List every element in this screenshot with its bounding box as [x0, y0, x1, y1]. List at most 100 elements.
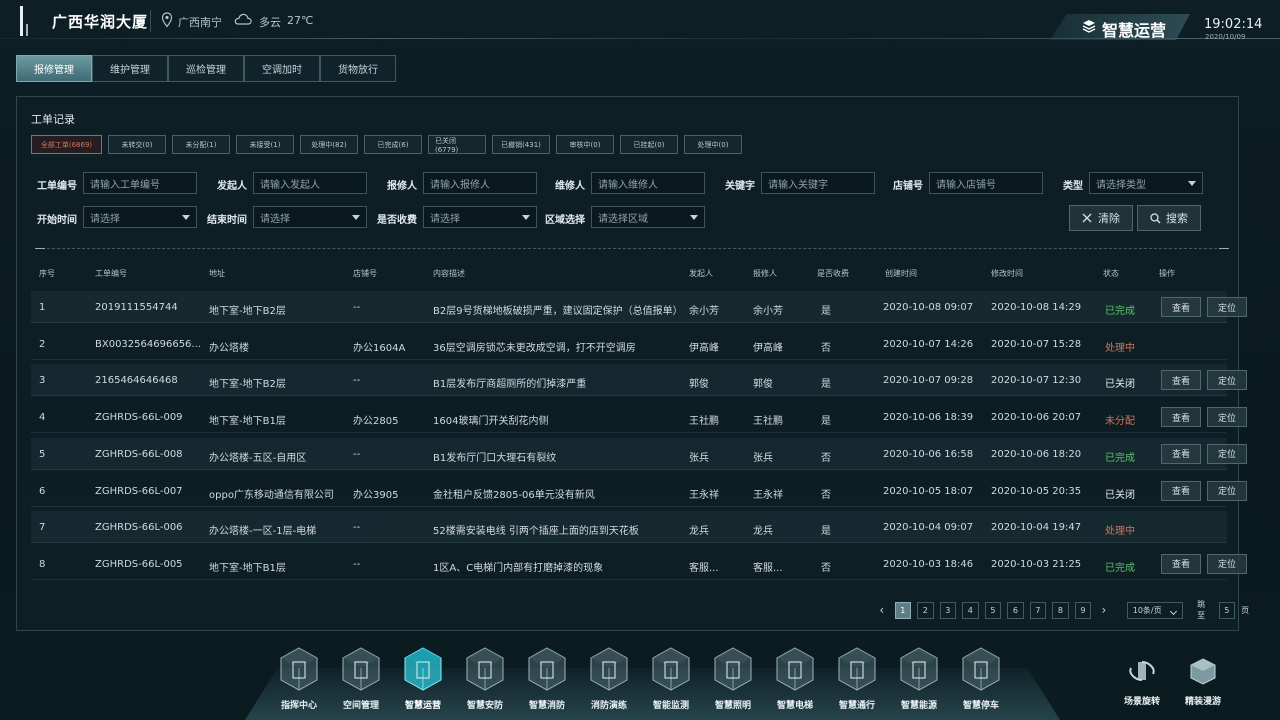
view-button[interactable]: 查看: [1161, 297, 1201, 317]
cell-shop: --: [353, 448, 361, 460]
cell-desc: 金社租户反馈2805-06单元没有新风: [433, 489, 595, 501]
filter-suspended[interactable]: 已挂起(0): [620, 135, 678, 154]
dock-item-3[interactable]: 智慧安防: [456, 646, 512, 716]
page-4[interactable]: 4: [962, 601, 979, 619]
filter-revoked[interactable]: 已撤销(431): [492, 135, 550, 154]
filter-reviewing[interactable]: 审核中(0): [556, 135, 614, 154]
table-row[interactable]: 1 2019111554744 地下室-地下B2层 -- B2层9号货梯地板破损严重，建…: [31, 291, 1247, 323]
locate-button[interactable]: 定位: [1207, 297, 1247, 317]
locate-button[interactable]: 定位: [1207, 407, 1247, 428]
page-8[interactable]: 8: [1052, 601, 1069, 619]
page-suffix: 页: [1241, 605, 1250, 615]
locate-button[interactable]: 定位: [1207, 443, 1247, 464]
locate-button[interactable]: 定位: [1207, 370, 1247, 391]
view-button[interactable]: 查看: [1161, 407, 1201, 428]
clock: 19:02:14: [1204, 17, 1263, 32]
keyword-input[interactable]: 请输入关键字: [761, 172, 875, 194]
end-time-select[interactable]: 请选择: [253, 206, 367, 228]
dock-item-0[interactable]: 指挥中心: [270, 646, 326, 716]
clear-button[interactable]: 清除: [1069, 205, 1133, 231]
table-row[interactable]: 3 2165464646468 地下室-地下B2层 -- B1层发布厅商超厕所的们掉漆严…: [31, 364, 1247, 397]
reporter-input[interactable]: 请输入报修人: [423, 172, 537, 194]
filter-closed[interactable]: 已关闭(6779): [428, 135, 486, 154]
tab-maintenance[interactable]: 维护管理: [92, 55, 168, 82]
filter-unassigned[interactable]: 未分配(1): [172, 135, 230, 154]
tab-ac-overtime[interactable]: 空调加时: [244, 55, 320, 82]
dock-item-5[interactable]: 消防演练: [580, 646, 636, 716]
shop-no-input[interactable]: 请输入店铺号: [929, 172, 1043, 194]
filter-not-transferred[interactable]: 未转交(0): [108, 135, 166, 154]
table-row[interactable]: 4 ZGHRDS-66L-009 地下室-地下B1层 办公2805 1604玻璃门开关刮…: [31, 401, 1247, 434]
cell-reporter: 郭俊: [753, 379, 773, 391]
table-row[interactable]: 5 ZGHRDS-66L-008 办公塔楼-五区-自用区 -- B1发布厅门口大理石有裂…: [31, 437, 1247, 470]
page-2[interactable]: 2: [917, 601, 934, 619]
dock-item-10[interactable]: 智慧能源: [890, 646, 946, 716]
cell-initiator: 余小芳: [689, 306, 719, 317]
start-time-select[interactable]: 请选择: [83, 206, 197, 228]
filter-processing[interactable]: 处理中(82): [300, 135, 358, 154]
dock-item-4[interactable]: 智慧消防: [518, 646, 574, 716]
page-5[interactable]: 5: [984, 601, 1002, 619]
view-button[interactable]: 查看: [1161, 553, 1201, 574]
page-9[interactable]: 9: [1074, 601, 1092, 619]
area-select[interactable]: 请选择区域: [591, 206, 705, 228]
side-tool-0[interactable]: 场景旋转: [1117, 656, 1167, 712]
cell-address: 地下室-地下B2层: [209, 306, 286, 317]
charged-select[interactable]: 请选择: [423, 206, 537, 228]
next-page-icon[interactable]: ›: [1097, 602, 1111, 619]
initiator-input[interactable]: 请输入发起人: [253, 172, 367, 194]
cell-modified: 2020-10-06 18:20: [991, 448, 1082, 460]
table-row[interactable]: 6 ZGHRDS-66L-007 oppo广东移动通信有限公司 办公3905 金社租户反…: [31, 475, 1247, 507]
dock-item-1[interactable]: 空间管理: [332, 646, 388, 716]
location-pin-icon: [161, 12, 173, 28]
dock-item-2[interactable]: 智慧运营: [394, 646, 450, 716]
per-page-select[interactable]: 10条/页: [1126, 601, 1184, 619]
th-modified: 修改时间: [991, 269, 1023, 278]
side-tool-label: 精装漫游: [1184, 697, 1221, 707]
th-charged: 是否收费: [817, 269, 849, 278]
dock-item-11[interactable]: 智慧停车: [952, 646, 1008, 716]
table-row[interactable]: 2 BX0032564696656... 办公塔楼 办公1604A 36层空调房锁芯未更…: [31, 328, 1227, 360]
dock-label: 消防演练: [590, 701, 627, 711]
locate-button[interactable]: 定位: [1207, 553, 1247, 574]
filter-processing-2[interactable]: 处理中(0): [684, 135, 742, 154]
locate-button[interactable]: 定位: [1207, 480, 1247, 501]
view-button[interactable]: 查看: [1161, 370, 1201, 391]
tab-inspection[interactable]: 巡检管理: [168, 55, 244, 82]
dock-item-7[interactable]: 智慧照明: [704, 646, 760, 716]
order-no-input[interactable]: 请输入工单编号: [83, 172, 197, 194]
dock-item-8[interactable]: 智慧电梯: [766, 646, 822, 716]
dock-item-9[interactable]: 智慧通行: [828, 646, 884, 716]
filter-not-accepted[interactable]: 未接受(1): [236, 135, 294, 154]
goto-input[interactable]: 5: [1218, 601, 1236, 619]
search-form-row-2: 开始时间 请选择 结束时间 请选择 是否收费 请选择 区域选择 请选择区域: [31, 206, 931, 228]
cell-shop: --: [353, 302, 361, 313]
cell-status: 已关闭: [1105, 489, 1135, 501]
filter-all[interactable]: 全部工单(6869): [31, 135, 102, 154]
tab-goods-release[interactable]: 货物放行: [320, 55, 396, 82]
cell-reporter: 王社鹏: [753, 416, 783, 428]
table-row[interactable]: 8 ZGHRDS-66L-005 地下室-地下B1层 -- 1区A、C电梯门内部有打磨掉…: [31, 548, 1247, 580]
dock-item-6[interactable]: 智能监测: [642, 646, 698, 716]
prev-page-icon[interactable]: ‹: [875, 602, 889, 619]
page-1[interactable]: 1: [894, 601, 912, 619]
view-button[interactable]: 查看: [1161, 443, 1201, 464]
cell-shop: 办公1604A: [353, 342, 406, 354]
repairer-input[interactable]: 请输入维修人: [591, 172, 705, 194]
header-divider: [150, 10, 151, 32]
view-button[interactable]: 查看: [1161, 480, 1201, 501]
cell-charged: 否: [821, 342, 831, 354]
page-7[interactable]: 7: [1029, 601, 1047, 619]
cell-address: 办公塔楼-一区-1层-电梯: [209, 526, 317, 538]
filter-completed[interactable]: 已完成(6): [364, 135, 422, 154]
side-tool-1[interactable]: 精装漫游: [1178, 656, 1228, 712]
type-select[interactable]: 请选择类型: [1089, 172, 1203, 194]
search-button[interactable]: 搜索: [1137, 205, 1201, 231]
page-6[interactable]: 6: [1007, 601, 1024, 619]
site-title: 广西华润大厦: [52, 13, 149, 31]
table-row[interactable]: 7 ZGHRDS-66L-006 办公塔楼-一区-1层-电梯 -- 52楼需安装电线 引…: [31, 511, 1227, 544]
tab-repair[interactable]: 报修管理: [16, 55, 92, 82]
dock-label: 智慧安防: [466, 701, 503, 711]
temperature-text: 27℃: [287, 14, 314, 27]
page-3[interactable]: 3: [939, 601, 957, 619]
